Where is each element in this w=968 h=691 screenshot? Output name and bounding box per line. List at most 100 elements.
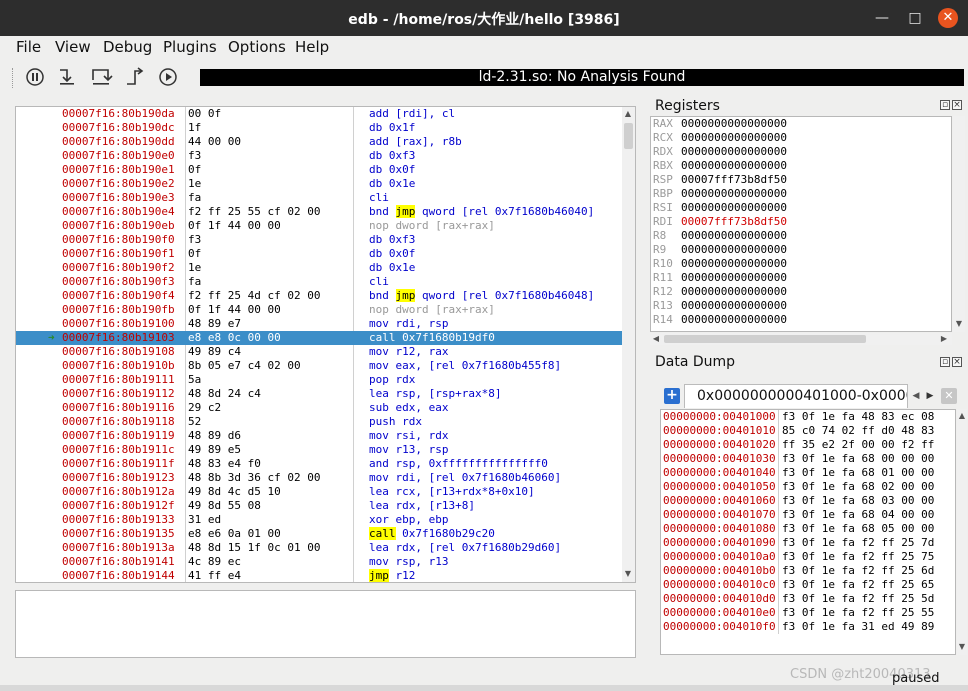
registers-view[interactable]: RAX 0000000000000000 RCX 0000000000000000 RD…: [650, 116, 952, 332]
maximize-button[interactable]: □: [905, 8, 925, 28]
registers-vscrollbar[interactable]: ▼: [953, 116, 965, 332]
register-row[interactable]: R9 0000000000000000: [651, 243, 951, 257]
register-row[interactable]: RDI 00007fff73b8df50: [651, 215, 951, 229]
instruction-row[interactable]: 00007f16:80b19100 48 89 e7 mov rdi, rsp: [16, 317, 622, 331]
instruction-row[interactable]: 00007f16:80b190e0 f3 db 0xf3: [16, 149, 622, 163]
instruction-row[interactable]: 00007f16:80b190f1 0f db 0x0f: [16, 247, 622, 261]
scroll-down-arrow[interactable]: ▼: [953, 319, 965, 328]
tab-scroll-right-icon[interactable]: ▶: [923, 386, 937, 406]
dump-row[interactable]: 00000000:00401020 ff 35 e2 2f 00 00 f2 ff: [661, 438, 955, 452]
instruction-row[interactable]: 00007f16:80b1911c 49 89 e5 mov r13, rsp: [16, 443, 622, 457]
register-row[interactable]: R8 0000000000000000: [651, 229, 951, 243]
instruction-row[interactable]: 00007f16:80b190da 00 0f add [rdi], cl: [16, 107, 622, 121]
add-tab-button[interactable]: +: [664, 388, 680, 404]
scroll-left-arrow[interactable]: ◀: [650, 334, 662, 343]
instruction-row[interactable]: 00007f16:80b19118 52 push rdx: [16, 415, 622, 429]
instruction-row[interactable]: 00007f16:80b190eb 0f 1f 44 00 00 nop dword…: [16, 219, 622, 233]
pause-icon[interactable]: [23, 66, 47, 88]
menu-debug[interactable]: Debug: [103, 38, 152, 56]
register-row[interactable]: RDX 0000000000000000: [651, 145, 951, 159]
dump-row[interactable]: 00000000:004010c0 f3 0f 1e fa f2 ff 25 65: [661, 578, 955, 592]
registers-hscrollbar[interactable]: ◀ ▶: [650, 333, 952, 345]
scroll-up-arrow[interactable]: ▲: [956, 411, 968, 420]
disassembly-view[interactable]: 00007f16:80b190da 00 0f add [rdi], cl 00007…: [15, 106, 636, 583]
dump-row[interactable]: 00000000:00401040 f3 0f 1e fa 68 01 00 00: [661, 466, 955, 480]
close-tab-button[interactable]: ✕: [941, 388, 957, 404]
float-icon[interactable]: ▫: [940, 357, 950, 367]
instruction-row[interactable]: 00007f16:80b1912f 49 8d 55 08 lea rdx, [r1…: [16, 499, 622, 513]
run-icon[interactable]: [156, 66, 180, 88]
instruction-row[interactable]: 00007f16:80b190f3 fa cli: [16, 275, 622, 289]
register-row[interactable]: R13 0000000000000000: [651, 299, 951, 313]
minimize-button[interactable]: —: [872, 8, 892, 28]
dump-row[interactable]: 00000000:00401030 f3 0f 1e fa 68 00 00 00: [661, 452, 955, 466]
step-out-icon[interactable]: [123, 66, 147, 88]
current-instruction-row[interactable]: ➜ 00007f16:80b19103 e8 e8 0c 00 00 call 0x7…: [16, 331, 622, 345]
output-pane[interactable]: [15, 590, 636, 658]
step-over-icon[interactable]: [89, 66, 113, 88]
scroll-up-arrow[interactable]: ▲: [622, 109, 634, 118]
register-row[interactable]: RAX 0000000000000000: [651, 117, 951, 131]
dump-row[interactable]: 00000000:00401070 f3 0f 1e fa 68 04 00 00: [661, 508, 955, 522]
tab-scroll-left-icon[interactable]: ◀: [909, 386, 923, 406]
instruction-row[interactable]: 00007f16:80b190e1 0f db 0x0f: [16, 163, 622, 177]
instruction-row[interactable]: 00007f16:80b1912a 49 8d 4c d5 10 lea rcx, …: [16, 485, 622, 499]
register-row[interactable]: RSP 00007fff73b8df50: [651, 173, 951, 187]
dump-row[interactable]: 00000000:004010a0 f3 0f 1e fa f2 ff 25 75: [661, 550, 955, 564]
step-into-icon[interactable]: [55, 66, 79, 88]
close-icon[interactable]: ×: [952, 357, 962, 367]
scroll-down-arrow[interactable]: ▼: [622, 569, 634, 578]
menu-help[interactable]: Help: [295, 38, 329, 56]
scroll-thumb[interactable]: [624, 123, 633, 149]
instruction-row[interactable]: 00007f16:80b1910b 8b 05 e7 c4 02 00 mov ea…: [16, 359, 622, 373]
toolbar-grip[interactable]: [12, 68, 14, 88]
instruction-row[interactable]: 00007f16:80b190e2 1e db 0x1e: [16, 177, 622, 191]
instruction-row[interactable]: 00007f16:80b190e4 f2 ff 25 55 cf 02 00 bnd…: [16, 205, 622, 219]
register-row[interactable]: R12 0000000000000000: [651, 285, 951, 299]
instruction-row[interactable]: 00007f16:80b190e3 fa cli: [16, 191, 622, 205]
menu-plugins[interactable]: Plugins: [163, 38, 217, 56]
dump-row[interactable]: 00000000:004010e0 f3 0f 1e fa f2 ff 25 55: [661, 606, 955, 620]
register-row[interactable]: RBP 0000000000000000: [651, 187, 951, 201]
instruction-row[interactable]: 00007f16:80b190f4 f2 ff 25 4d cf 02 00 bnd…: [16, 289, 622, 303]
dump-row[interactable]: 00000000:00401000 f3 0f 1e fa 48 83 ec 08: [661, 410, 955, 424]
instruction-row[interactable]: 00007f16:80b19144 41 ff e4 jmp r12: [16, 569, 622, 582]
instruction-row[interactable]: 00007f16:80b19111 5a pop rdx: [16, 373, 622, 387]
instruction-row[interactable]: 00007f16:80b190fb 0f 1f 44 00 00 nop dword…: [16, 303, 622, 317]
instruction-row[interactable]: 00007f16:80b1913a 48 8d 15 1f 0c 01 00 lea…: [16, 541, 622, 555]
dump-row[interactable]: 00000000:00401010 85 c0 74 02 ff d0 48 83: [661, 424, 955, 438]
register-row[interactable]: RSI 0000000000000000: [651, 201, 951, 215]
register-row[interactable]: R14 0000000000000000: [651, 313, 951, 327]
instruction-row[interactable]: 00007f16:80b1911f 48 83 e4 f0 and rsp, 0xf…: [16, 457, 622, 471]
close-icon[interactable]: ×: [952, 100, 962, 110]
dump-tab[interactable]: 0x0000000000401000-0x0000: [684, 384, 908, 408]
instruction-row[interactable]: 00007f16:80b19112 48 8d 24 c4 lea rsp, [rs…: [16, 387, 622, 401]
close-button[interactable]: ✕: [938, 8, 958, 28]
instruction-row[interactable]: 00007f16:80b190dc 1f db 0x1f: [16, 121, 622, 135]
register-row[interactable]: R11 0000000000000000: [651, 271, 951, 285]
dump-row[interactable]: 00000000:004010f0 f3 0f 1e fa 31 ed 49 89: [661, 620, 955, 634]
instruction-row[interactable]: 00007f16:80b19119 48 89 d6 mov rsi, rdx: [16, 429, 622, 443]
instruction-row[interactable]: 00007f16:80b19133 31 ed xor ebp, ebp: [16, 513, 622, 527]
instruction-row[interactable]: 00007f16:80b19135 e8 e6 0a 01 00 call 0x7f…: [16, 527, 622, 541]
instruction-row[interactable]: 00007f16:80b190f2 1e db 0x1e: [16, 261, 622, 275]
dump-row[interactable]: 00000000:00401060 f3 0f 1e fa 68 03 00 00: [661, 494, 955, 508]
data-dump-view[interactable]: 00000000:00401000 f3 0f 1e fa 48 83 ec 08…: [660, 409, 956, 655]
scroll-thumb[interactable]: [664, 335, 866, 343]
instruction-row[interactable]: 00007f16:80b19116 29 c2 sub edx, eax: [16, 401, 622, 415]
dump-row[interactable]: 00000000:00401090 f3 0f 1e fa f2 ff 25 7d: [661, 536, 955, 550]
menu-options[interactable]: Options: [228, 38, 286, 56]
register-row[interactable]: R10 0000000000000000: [651, 257, 951, 271]
register-row[interactable]: RBX 0000000000000000: [651, 159, 951, 173]
instruction-row[interactable]: 00007f16:80b19108 49 89 c4 mov r12, rax: [16, 345, 622, 359]
disassembly-scrollbar[interactable]: ▲ ▼: [622, 107, 635, 582]
scroll-down-arrow[interactable]: ▼: [956, 642, 968, 651]
instruction-row[interactable]: 00007f16:80b19141 4c 89 ec mov rsp, r13: [16, 555, 622, 569]
float-icon[interactable]: ▫: [940, 100, 950, 110]
instruction-row[interactable]: 00007f16:80b19123 48 8b 3d 36 cf 02 00 mov…: [16, 471, 622, 485]
register-row[interactable]: RCX 0000000000000000: [651, 131, 951, 145]
scroll-right-arrow[interactable]: ▶: [938, 334, 950, 343]
menu-view[interactable]: View: [55, 38, 91, 56]
dump-row[interactable]: 00000000:00401080 f3 0f 1e fa 68 05 00 00: [661, 522, 955, 536]
title-bar[interactable]: edb - /home/ros/大作业/hello [3986] — □ ✕: [0, 0, 968, 36]
